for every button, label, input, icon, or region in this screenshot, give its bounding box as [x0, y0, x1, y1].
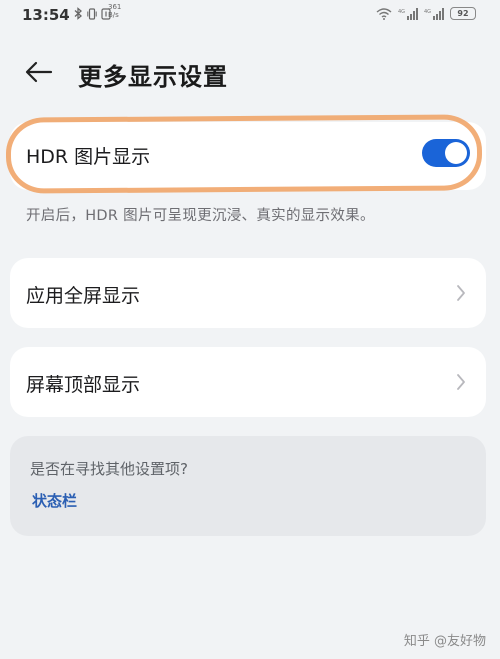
- watermark: 知乎 @友好物: [403, 634, 486, 649]
- wifi-icon: [376, 7, 392, 20]
- hdr-description: 开启后，HDR 图片可呈现更沉浸、真实的显示效果。: [26, 208, 375, 224]
- battery-indicator: 92: [450, 7, 476, 20]
- network-speed: 361 B/s: [108, 3, 128, 19]
- signal-strength-icon-2: 4G: [424, 7, 444, 20]
- toggle-knob: [445, 142, 467, 164]
- svg-text:4G: 4G: [424, 9, 431, 15]
- screen-top-display-item[interactable]: 屏幕顶部显示: [10, 347, 486, 417]
- network-speed-unit: B/s: [108, 11, 119, 19]
- bluetooth-icon: [74, 7, 82, 20]
- hdr-toggle-switch[interactable]: [422, 139, 470, 167]
- battery-level: 92: [457, 9, 469, 18]
- settings-page: 13:54 361 B/s 4G 4G 92 更多显示设置 HDR 图片显示 开…: [0, 0, 500, 659]
- header: 更多显示设置: [0, 50, 500, 94]
- suggestion-card: 是否在寻找其他设置项? 状态栏: [10, 436, 486, 536]
- status-right-icons: 4G 4G 92: [376, 7, 476, 20]
- back-button[interactable]: [22, 56, 56, 88]
- list-item-label: 屏幕顶部显示: [26, 374, 141, 396]
- status-bar-link[interactable]: 状态栏: [32, 490, 77, 511]
- status-bar: 13:54 361 B/s 4G 4G 92: [0, 0, 500, 30]
- app-fullscreen-display-item[interactable]: 应用全屏显示: [10, 258, 486, 328]
- network-speed-value: 361: [108, 3, 122, 11]
- hdr-setting-label: HDR 图片显示: [26, 146, 151, 168]
- svg-text:4G: 4G: [398, 9, 405, 15]
- page-title: 更多显示设置: [78, 63, 228, 91]
- chevron-right-icon: [457, 374, 465, 390]
- signal-strength-icon: 4G: [398, 7, 418, 20]
- vibrate-icon: [87, 7, 97, 20]
- chevron-right-icon: [457, 285, 465, 301]
- hdr-setting-card[interactable]: HDR 图片显示: [10, 122, 486, 190]
- suggestion-question: 是否在寻找其他设置项?: [30, 460, 188, 478]
- arrow-left-icon: [25, 61, 53, 83]
- status-time: 13:54: [22, 6, 70, 24]
- status-left-icons: [74, 7, 111, 20]
- list-item-label: 应用全屏显示: [26, 285, 141, 307]
